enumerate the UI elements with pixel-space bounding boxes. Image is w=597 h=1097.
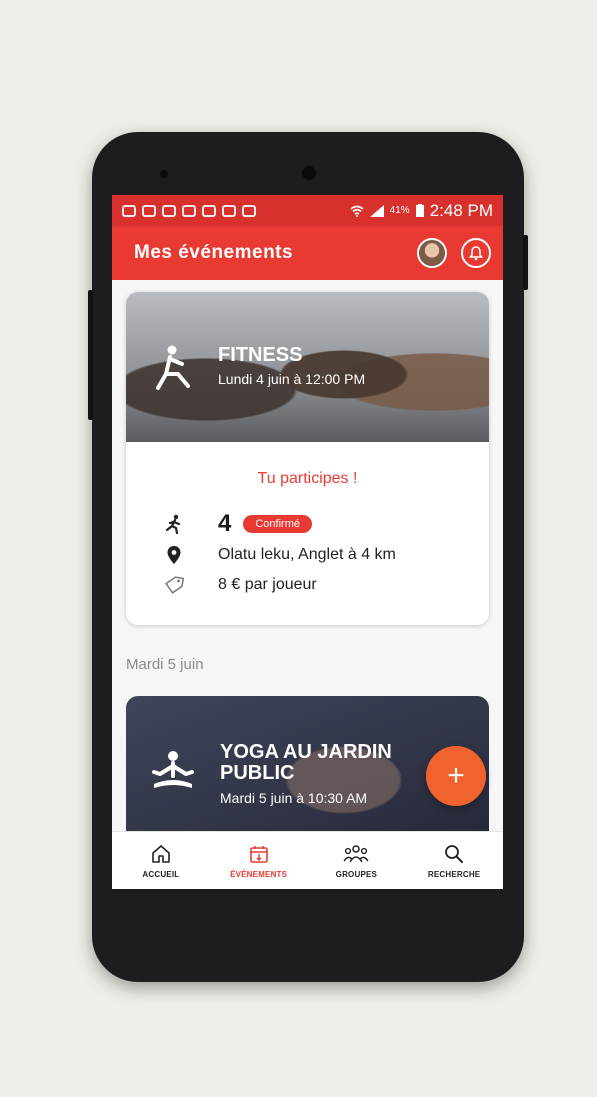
home-icon: [152, 844, 170, 863]
runner-icon: [164, 514, 184, 534]
price-row: 8 € par joueur: [164, 576, 317, 594]
event-card-fitness[interactable]: FITNESS Lundi 4 juin à 12:00 PM Tu parti…: [126, 292, 489, 625]
notifications-button[interactable]: [461, 238, 491, 268]
status-badge: Confirmé: [243, 515, 312, 533]
phone-screen: 41% 2:48 PM Mes événements FITNESS Lundi…: [112, 195, 503, 889]
notification-icon: [222, 204, 236, 217]
wifi-icon: [350, 205, 364, 217]
notification-icon: [142, 204, 156, 217]
phone-camera: [302, 166, 316, 180]
fitness-icon: [156, 345, 190, 390]
calendar-icon: [249, 845, 268, 863]
events-list[interactable]: FITNESS Lundi 4 juin à 12:00 PM Tu parti…: [112, 280, 503, 889]
bell-icon: [469, 245, 483, 260]
groups-icon: [343, 844, 369, 862]
app-bar: Mes événements: [112, 226, 503, 280]
participants-row: 4 Confirmé: [164, 510, 312, 538]
notification-icon: [162, 204, 176, 217]
notification-icons: [122, 204, 256, 217]
page-title: Mes événements: [134, 242, 294, 263]
event-title-yoga: YOGA AU JARDIN PUBLIC: [220, 741, 392, 784]
side-button-left: [88, 290, 93, 420]
clock: 2:48 PM: [429, 200, 493, 220]
nav-item-recherche[interactable]: RECHERCHE: [409, 844, 499, 879]
nav-label-evenements: ÉVÉNEMENTS: [230, 869, 288, 879]
status-bar: 41% 2:48 PM: [112, 195, 503, 226]
section-date: Mardi 5 juin: [126, 656, 204, 673]
yoga-icon: [152, 751, 194, 788]
phone-sensor: [160, 170, 168, 178]
status-right: 41% 2:48 PM: [350, 201, 493, 221]
add-event-button[interactable]: +: [426, 746, 486, 806]
nav-label-accueil: ACCUEIL: [142, 869, 180, 879]
battery-icon: [415, 204, 424, 217]
battery-percent: 41%: [389, 205, 410, 216]
location-row: Olatu leku, Anglet à 4 km: [164, 546, 396, 564]
nav-item-accueil[interactable]: ACCUEIL: [116, 844, 206, 879]
event-banner-text: FITNESS Lundi 4 juin à 12:00 PM: [218, 344, 365, 387]
price-tag-icon: [164, 576, 184, 594]
event-datetime: Lundi 4 juin à 12:00 PM: [218, 371, 366, 387]
avatar[interactable]: [417, 238, 447, 268]
event-banner-image: FITNESS Lundi 4 juin à 12:00 PM: [126, 292, 489, 442]
event-title: FITNESS: [218, 344, 303, 366]
nav-item-groupes[interactable]: GROUPES: [311, 844, 401, 879]
nav-label-recherche: RECHERCHE: [427, 869, 481, 879]
participation-status: Tu participes !: [257, 470, 358, 487]
nav-item-evenements[interactable]: ÉVÉNEMENTS: [214, 844, 304, 879]
event-banner-text-yoga: YOGA AU JARDIN PUBLIC Mardi 5 juin à 10:…: [220, 741, 420, 807]
notification-icon: [182, 204, 196, 217]
app-bar-actions: [417, 238, 491, 268]
event-price: 8 € par joueur: [218, 576, 317, 593]
notification-icon: [122, 204, 136, 217]
search-icon: [445, 844, 464, 863]
side-button-right: [523, 235, 528, 290]
notification-icon: [242, 204, 256, 217]
participant-count: 4: [218, 510, 232, 537]
signal-icon: [369, 204, 384, 217]
nav-label-groupes: GROUPES: [335, 869, 378, 879]
bottom-nav: ACCUEIL ÉVÉNEMENTS GROUPES RECHERCHE: [112, 831, 503, 889]
event-location: Olatu leku, Anglet à 4 km: [218, 546, 396, 563]
event-datetime-yoga: Mardi 5 juin à 10:30 AM: [220, 790, 368, 806]
location-pin-icon: [164, 546, 184, 564]
notification-icon: [202, 204, 216, 217]
